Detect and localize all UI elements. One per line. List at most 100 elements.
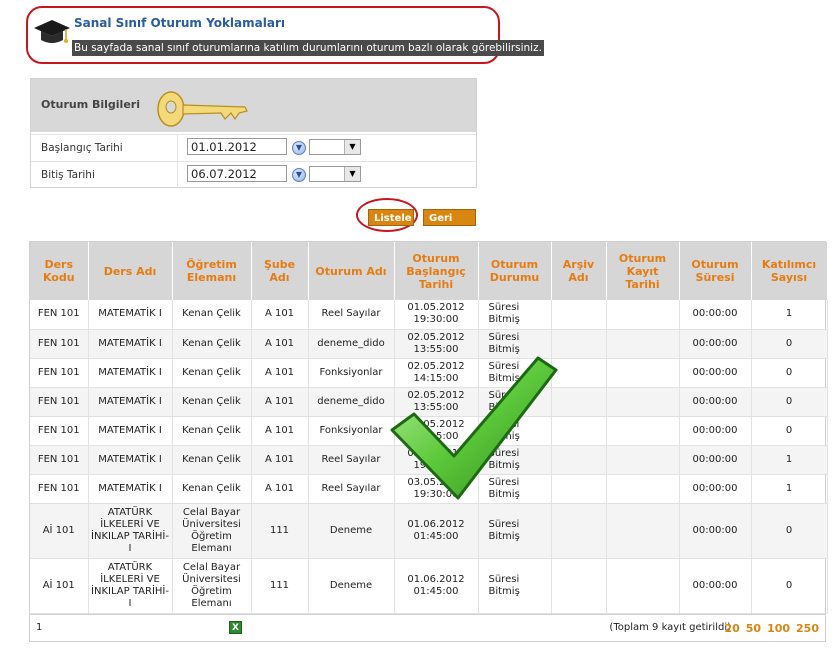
cell-duration: 00:00:00 bbox=[679, 358, 752, 388]
column-header: Oturum Süresi bbox=[679, 242, 752, 300]
cell-start: 02.05.2012 13:55:00 bbox=[394, 387, 479, 417]
column-header: Oturum Kayıt Tarihi bbox=[606, 242, 680, 300]
panel-title: Oturum Bilgileri bbox=[41, 98, 140, 111]
cell-archive bbox=[551, 387, 607, 417]
table-row: FEN 101 MATEMATİK I Kenan Çelik A 101 Fonksi… bbox=[30, 416, 828, 446]
cell-archive bbox=[551, 300, 607, 330]
cell-course: MATEMATİK I bbox=[88, 358, 173, 388]
cell-start: 01.06.2012 01:45:00 bbox=[394, 558, 479, 614]
table-row: FEN 101 MATEMATİK I Kenan Çelik A 101 Reel S… bbox=[30, 474, 828, 504]
cell-session: deneme_dido bbox=[308, 329, 395, 359]
cell-record bbox=[606, 300, 680, 330]
excel-export-icon[interactable]: X bbox=[229, 620, 242, 634]
cell-start: 03.05.2012 19:30:00 bbox=[394, 474, 479, 504]
cell-session: Fonksiyonlar bbox=[308, 416, 395, 446]
calendar-icon[interactable]: ▼ bbox=[292, 141, 306, 155]
table-row: FEN 101 MATEMATİK I Kenan Çelik A 101 Reel S… bbox=[30, 445, 828, 475]
page-number[interactable]: 1 bbox=[36, 622, 42, 633]
page-size-250[interactable]: 250 bbox=[796, 622, 819, 635]
page-size-100[interactable]: 100 bbox=[767, 622, 790, 635]
start-time-select[interactable]: ▼ bbox=[309, 139, 361, 155]
cell-session: Fonksiyonlar bbox=[308, 358, 395, 388]
cell-duration: 00:00:00 bbox=[679, 558, 752, 614]
cell-count: 1 bbox=[751, 474, 828, 504]
list-button[interactable]: Listele bbox=[368, 209, 414, 226]
column-header: Şube Adı bbox=[251, 242, 309, 300]
cell-session: Deneme bbox=[308, 558, 395, 614]
cell-branch: A 101 bbox=[251, 445, 309, 475]
cell-instructor: Kenan Çelik bbox=[172, 300, 252, 330]
end-date-input[interactable]: 06.07.2012 bbox=[187, 165, 287, 182]
page-description: Bu sayfada sanal sınıf oturumlarına katı… bbox=[72, 40, 544, 56]
cell-record bbox=[606, 358, 680, 388]
cell-record bbox=[606, 474, 680, 504]
cell-instructor: Celal Bayar Üniversitesi Öğretim Elemanı bbox=[172, 503, 252, 559]
cell-archive bbox=[551, 474, 607, 504]
back-button[interactable]: Geri Dön bbox=[423, 209, 476, 241]
table-row: FEN 101 MATEMATİK I Kenan Çelik A 101 deneme… bbox=[30, 329, 828, 359]
cell-course: MATEMATİK I bbox=[88, 329, 173, 359]
start-date-row: Başlangıç Tarihi 01.01.2012 ▼ ▼ bbox=[31, 134, 476, 161]
cell-course: ATATÜRK İLKELERİ VE İNKILAP TARİHİ-I bbox=[88, 558, 173, 614]
graduation-cap-icon bbox=[34, 20, 70, 43]
table-row: FEN 101 MATEMATİK I Kenan Çelik A 101 Reel S… bbox=[30, 300, 828, 330]
cell-branch: A 101 bbox=[251, 329, 309, 359]
panel-header: Oturum Bilgileri bbox=[31, 79, 476, 132]
start-date-input[interactable]: 01.01.2012 bbox=[187, 138, 287, 155]
page-header: Sanal Sınıf Oturum Yoklamaları Bu sayfad… bbox=[26, 6, 544, 64]
cell-archive bbox=[551, 503, 607, 559]
cell-archive bbox=[551, 329, 607, 359]
cell-session: Deneme bbox=[308, 503, 395, 559]
calendar-icon[interactable]: ▼ bbox=[292, 168, 306, 182]
cell-count: 0 bbox=[751, 387, 828, 417]
cell-duration: 00:00:00 bbox=[679, 474, 752, 504]
cell-course: ATATÜRK İLKELERİ VE İNKILAP TARİHİ-I bbox=[88, 503, 173, 559]
cell-status: Süresi Bitmiş bbox=[478, 387, 552, 417]
cell-session: Reel Sayılar bbox=[308, 300, 395, 330]
cell-instructor: Kenan Çelik bbox=[172, 387, 252, 417]
cell-start: 01.05.2012 19:30:00 bbox=[394, 300, 479, 330]
cell-code: Aİ 101 bbox=[30, 503, 89, 559]
table-header-row: Ders Kodu Ders Adı Öğretim Elemanı Şube Adı… bbox=[30, 242, 828, 300]
cell-archive bbox=[551, 358, 607, 388]
cell-status: Süresi Bitmiş bbox=[478, 474, 552, 504]
cell-course: MATEMATİK I bbox=[88, 387, 173, 417]
cell-start: 02.05.2012 14:15:00 bbox=[394, 358, 479, 388]
cell-branch: A 101 bbox=[251, 300, 309, 330]
table-row: FEN 101 MATEMATİK I Kenan Çelik A 101 deneme… bbox=[30, 387, 828, 417]
cell-record bbox=[606, 445, 680, 475]
table-row: FEN 101 MATEMATİK I Kenan Çelik A 101 Fonksi… bbox=[30, 358, 828, 388]
cell-status: Süresi Bitmiş bbox=[478, 558, 552, 614]
cell-session: Reel Sayılar bbox=[308, 445, 395, 475]
cell-status: Süresi Bitmiş bbox=[478, 300, 552, 330]
sessions-table: Ders Kodu Ders Adı Öğretim Elemanı Şube Adı… bbox=[30, 242, 828, 614]
cell-code: Aİ 101 bbox=[30, 558, 89, 614]
cell-instructor: Kenan Çelik bbox=[172, 474, 252, 504]
cell-course: MATEMATİK I bbox=[88, 474, 173, 504]
cell-status: Süresi Bitmiş bbox=[478, 416, 552, 446]
cell-session: Reel Sayılar bbox=[308, 474, 395, 504]
column-header: Oturum Başlangıç Tarihi bbox=[394, 242, 479, 300]
table-footer: 1 X (Toplam 9 kayıt getirildi) 20 50 100 25… bbox=[30, 613, 825, 641]
cell-instructor: Celal Bayar Üniversitesi Öğretim Elemanı bbox=[172, 558, 252, 614]
cell-instructor: Kenan Çelik bbox=[172, 358, 252, 388]
cell-code: FEN 101 bbox=[30, 358, 89, 388]
session-info-panel: Oturum Bilgileri Başlangıç Tarihi 01.01.… bbox=[30, 78, 477, 188]
cell-course: MATEMATİK I bbox=[88, 445, 173, 475]
cell-code: FEN 101 bbox=[30, 329, 89, 359]
cell-status: Süresi Bitmiş bbox=[478, 329, 552, 359]
page-size-20[interactable]: 20 bbox=[724, 622, 739, 635]
cell-archive bbox=[551, 445, 607, 475]
end-time-select[interactable]: ▼ bbox=[309, 166, 361, 182]
key-icon bbox=[157, 91, 248, 127]
cell-duration: 00:00:00 bbox=[679, 445, 752, 475]
cell-code: FEN 101 bbox=[30, 387, 89, 417]
chevron-down-icon: ▼ bbox=[344, 167, 360, 181]
column-header: Oturum Adı bbox=[308, 242, 395, 300]
page-size-50[interactable]: 50 bbox=[746, 622, 761, 635]
cell-course: MATEMATİK I bbox=[88, 416, 173, 446]
cell-duration: 00:00:00 bbox=[679, 416, 752, 446]
cell-duration: 00:00:00 bbox=[679, 300, 752, 330]
cell-duration: 00:00:00 bbox=[679, 503, 752, 559]
cell-code: FEN 101 bbox=[30, 474, 89, 504]
